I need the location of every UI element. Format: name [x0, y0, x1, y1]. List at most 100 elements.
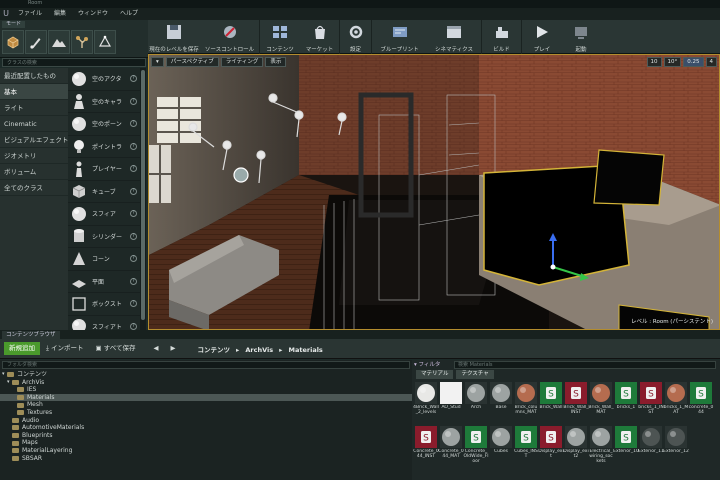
folder-tree-item[interactable]: ▾ ArchVis — [0, 379, 412, 387]
folder-tree-item[interactable]: IES — [0, 386, 412, 394]
category-item-4[interactable]: ビジュアルエフェクト — [0, 132, 68, 148]
asset-tile[interactable]: Concrete_044_MAT — [438, 426, 464, 470]
asset-tile[interactable]: S Exterior_10 — [613, 426, 639, 470]
asset-tile[interactable]: Exterior_12 — [663, 426, 689, 470]
place-item-1[interactable]: 空のキャラ? — [68, 91, 140, 113]
lighting-mode-button[interactable]: ライティング — [220, 57, 264, 67]
help-icon[interactable]: ? — [130, 210, 137, 218]
add-new-button[interactable]: 新規追加 — [4, 342, 40, 355]
folder-tree-item[interactable]: Blueprints — [0, 432, 412, 440]
folder-tree-item[interactable]: Materials — [0, 393, 412, 402]
breadcrumb-item-0[interactable]: コンテンツ — [193, 346, 234, 354]
mode-paint-button[interactable] — [25, 30, 47, 54]
toolbar-button-2[interactable]: コンテンツ — [260, 20, 300, 54]
scrollbar-thumb[interactable] — [141, 70, 145, 320]
help-icon[interactable]: ? — [130, 75, 137, 83]
snap-value-3[interactable]: 4 — [705, 57, 717, 67]
import-button[interactable]: ⤓ インポート — [40, 342, 89, 355]
viewport-options-button[interactable]: ▾ — [151, 57, 164, 67]
toolbar-button-7[interactable]: ビルド — [482, 20, 522, 54]
folder-tree-item[interactable]: Audio — [0, 417, 412, 425]
modes-tab[interactable]: モード — [2, 21, 26, 28]
asset-tile[interactable]: Sbricks_1 — [614, 382, 638, 426]
filter-chip-1[interactable]: テクスチャ — [456, 370, 494, 379]
level-viewport[interactable]: ▾ パースペクティブ ライティング 表示 10 10° 0.25 4 レベル : Ro… — [148, 54, 720, 330]
toolbar-button-3[interactable]: マーケット — [300, 20, 340, 54]
folder-tree-item[interactable]: Textures — [0, 409, 412, 417]
help-icon[interactable]: ? — [130, 165, 137, 173]
perspective-button[interactable]: パースペクティブ — [165, 57, 219, 67]
category-item-2[interactable]: ライト — [0, 100, 68, 116]
toolbar-button-9[interactable]: 起動 — [562, 20, 600, 54]
place-item-10[interactable]: ボックスト? — [68, 293, 140, 316]
asset-tile[interactable]: Sbricks_1_INST — [638, 382, 664, 426]
help-icon[interactable]: ? — [130, 322, 137, 330]
help-icon[interactable]: ? — [130, 232, 137, 240]
toolbar-button-0[interactable]: 現在のレベルを保存 — [148, 20, 200, 54]
folder-tree-item[interactable]: MaterialLayering — [0, 447, 412, 455]
asset-tile[interactable]: S Brick_Wall_INST — [563, 382, 589, 426]
place-item-3[interactable]: ポイントラ? — [68, 136, 140, 158]
menu-item-2[interactable]: ウィンドウ — [72, 8, 114, 20]
content-browser-tab[interactable]: コンテンツブラウザ — [2, 331, 60, 339]
toolbar-button-6[interactable]: シネマティクス — [427, 20, 482, 54]
place-item-8[interactable]: コーン? — [68, 248, 140, 271]
toolbar-button-8[interactable]: プレイ — [522, 20, 562, 54]
help-icon[interactable]: ? — [130, 187, 137, 195]
asset-search-input[interactable]: 検索 Materials — [454, 361, 716, 369]
category-item-0[interactable]: 最近配置したもの — [0, 68, 68, 84]
filter-dropdown[interactable]: ▾ フィルタ — [414, 362, 440, 368]
mode-landscape-button[interactable] — [48, 30, 70, 54]
place-item-2[interactable]: 空のポーン? — [68, 113, 140, 136]
folder-tree-item[interactable]: Maps — [0, 439, 412, 447]
breadcrumb-item-1[interactable]: ArchVis — [241, 346, 277, 354]
snap-value-0[interactable]: 10 — [646, 57, 662, 67]
menu-item-3[interactable]: ヘルプ — [114, 8, 144, 20]
place-item-0[interactable]: 空のアクタ? — [68, 68, 140, 91]
asset-tile[interactable]: Display_exit2 — [563, 426, 589, 470]
folder-search-input[interactable]: フォルダ検索 — [2, 361, 410, 369]
asset-tile[interactable]: 4Brick_Wall_2_levels — [413, 382, 439, 426]
toolbar-button-1[interactable]: ソースコントロール — [200, 20, 260, 54]
asset-tile[interactable]: Sconcrete_044 — [689, 382, 713, 426]
filter-chip-0[interactable]: マテリアル — [416, 370, 454, 379]
menu-item-0[interactable]: ファイル — [12, 8, 48, 20]
snap-value-1[interactable]: 10° — [663, 57, 682, 67]
mode-geometry-button[interactable] — [94, 30, 116, 54]
asset-tile[interactable]: Base — [489, 382, 513, 426]
breadcrumb-item-2[interactable]: Materials — [285, 346, 327, 354]
actors-scrollbar[interactable] — [140, 68, 146, 330]
folder-tree-item[interactable]: AutomotiveMaterials — [0, 424, 412, 432]
category-item-7[interactable]: 全てのクラス — [0, 180, 68, 196]
help-icon[interactable]: ? — [130, 277, 137, 285]
category-item-1[interactable]: 基本 — [0, 84, 68, 100]
toolbar-button-4[interactable]: 設定 — [340, 20, 372, 54]
category-item-6[interactable]: ボリューム — [0, 164, 68, 180]
help-icon[interactable]: ? — [130, 97, 137, 105]
category-item-5[interactable]: ジオメトリ — [0, 148, 68, 164]
mode-place-button[interactable] — [2, 30, 24, 54]
class-search-input[interactable]: クラスの検索 — [2, 58, 146, 67]
help-icon[interactable]: ? — [130, 300, 137, 308]
asset-tile[interactable]: Brick_columns_MAT — [514, 382, 538, 426]
save-all-button[interactable]: ▣ すべて保存 — [89, 342, 141, 355]
asset-tile[interactable]: S Concrete_OldWide_Floor — [464, 426, 488, 470]
asset-tile[interactable]: Exterior_11 — [638, 426, 664, 470]
help-icon[interactable]: ? — [130, 120, 137, 128]
asset-tile[interactable]: S Concrete_044_INST — [413, 426, 439, 470]
history-forward-button[interactable]: ▶ — [164, 342, 181, 355]
asset-tile[interactable]: Electrical_wiring_sockets — [589, 426, 613, 470]
category-item-3[interactable]: Cinematic — [0, 116, 68, 132]
place-item-7[interactable]: シリンダー? — [68, 226, 140, 248]
menu-item-1[interactable]: 編集 — [48, 8, 72, 20]
asset-tile[interactable]: Cubes — [489, 426, 513, 470]
show-flags-button[interactable]: 表示 — [265, 57, 287, 67]
folder-tree-item[interactable]: Mesh — [0, 401, 412, 409]
asset-tile[interactable]: AO_Stud — [439, 382, 463, 426]
snap-value-2[interactable]: 0.25 — [683, 57, 704, 67]
folder-tree-item[interactable]: SBSAR — [0, 455, 412, 463]
place-item-6[interactable]: スフィア? — [68, 203, 140, 226]
place-item-5[interactable]: キューブ? — [68, 181, 140, 203]
help-icon[interactable]: ? — [130, 255, 137, 263]
asset-tile[interactable]: Arch — [464, 382, 488, 426]
